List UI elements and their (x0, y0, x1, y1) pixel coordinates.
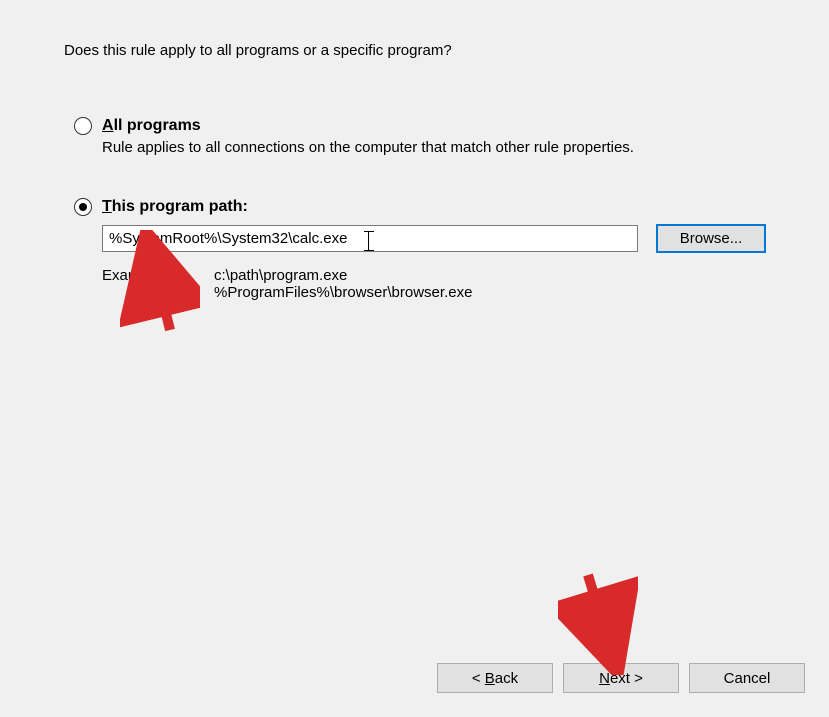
option-program-path: This program path: Browse... Example: c:… (74, 198, 793, 301)
firewall-rule-program-step: Does this rule apply to all programs or … (0, 0, 829, 717)
option-all-header[interactable]: All programs (74, 117, 793, 135)
example-path-2: %ProgramFiles%\browser\browser.exe (214, 284, 472, 301)
program-path-input[interactable] (102, 225, 638, 252)
cancel-button[interactable]: Cancel (689, 663, 805, 693)
question-text: Does this rule apply to all programs or … (64, 42, 793, 59)
option-all-label: All programs (102, 117, 201, 135)
radio-program-path[interactable] (74, 198, 92, 216)
path-input-row: Browse... (102, 224, 793, 253)
option-all-description: Rule applies to all connections on the c… (102, 139, 793, 156)
browse-button[interactable]: Browse... (656, 224, 766, 253)
back-button[interactable]: < Back (437, 663, 553, 693)
wizard-footer: < Back Next > Cancel (437, 663, 805, 693)
example-label: Example: (102, 267, 214, 301)
radio-all-programs[interactable] (74, 117, 92, 135)
option-path-label: This program path: (102, 198, 248, 216)
example-row: Example: c:\path\program.exe %ProgramFil… (102, 267, 793, 301)
example-paths: c:\path\program.exe %ProgramFiles%\brows… (214, 267, 472, 301)
option-path-header[interactable]: This program path: (74, 198, 793, 216)
option-all-programs: All programs Rule applies to all connect… (74, 117, 793, 156)
options-group: All programs Rule applies to all connect… (74, 117, 793, 301)
example-path-1: c:\path\program.exe (214, 267, 472, 284)
next-button[interactable]: Next > (563, 663, 679, 693)
